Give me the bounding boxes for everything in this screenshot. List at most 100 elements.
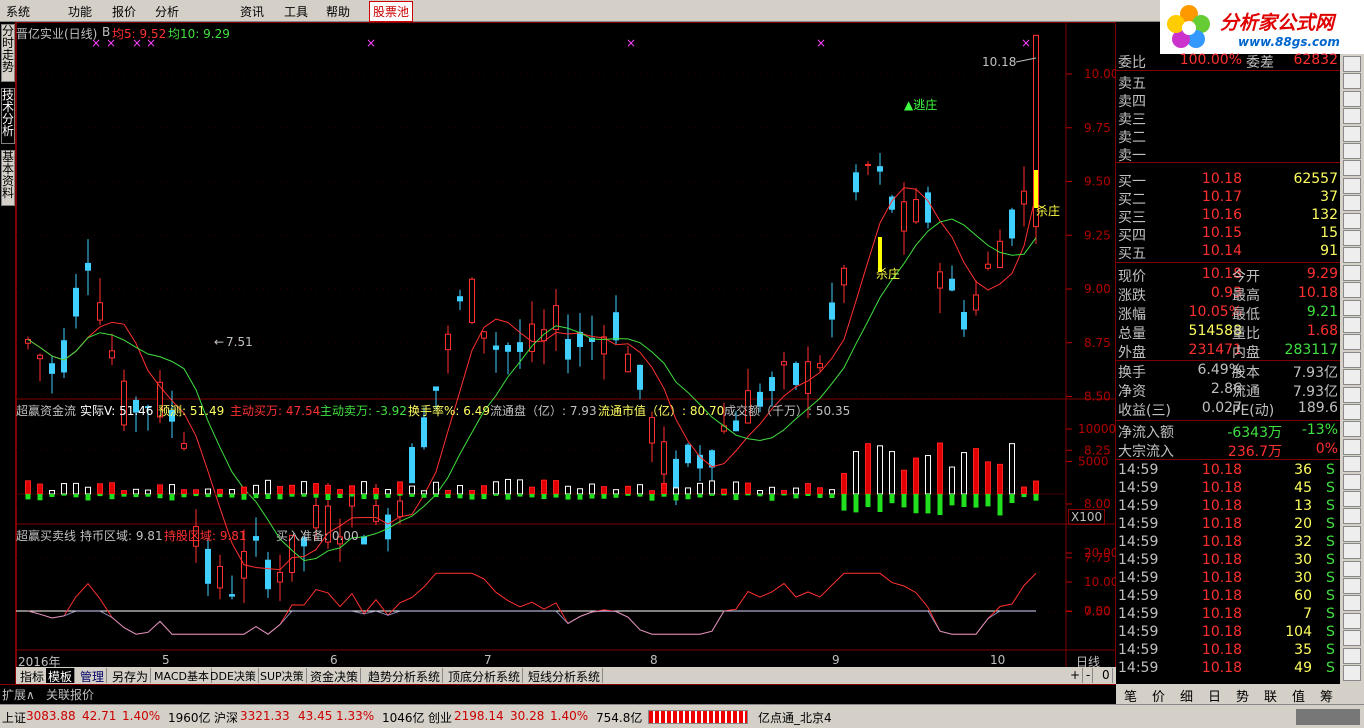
toolbar-button-icon[interactable] (1343, 404, 1361, 420)
toolbar-button-icon[interactable] (1343, 665, 1361, 681)
quote-tab-4[interactable]: 势 (1236, 686, 1249, 705)
toolbar-button-icon[interactable] (1343, 491, 1361, 507)
toolbar-button-icon[interactable] (1343, 177, 1361, 194)
candle-body (469, 278, 475, 323)
toolbar-button-icon[interactable] (1343, 90, 1361, 107)
quote-tab-2[interactable]: 细 (1180, 686, 1193, 705)
fund-sell-bar (721, 494, 727, 496)
buy-level-label: 买二 (1118, 192, 1146, 208)
toolbar-button-icon[interactable] (1343, 647, 1361, 664)
toolbar-button-icon[interactable] (1343, 73, 1361, 90)
toolbar-button-icon[interactable] (1343, 456, 1361, 473)
tab-timeshare[interactable]: 分时走势 (1, 24, 15, 82)
related-quote-button[interactable]: 关联报价 (46, 686, 94, 703)
candle-body (409, 447, 415, 484)
quote-tab-1[interactable]: 价 (1152, 686, 1165, 705)
toolbar-button-icon[interactable] (1343, 143, 1361, 159)
toolbar-button-icon[interactable] (1343, 560, 1361, 577)
menu-news[interactable]: 资讯 (240, 3, 264, 20)
toolbar-button-icon[interactable] (1343, 282, 1361, 299)
toolbar-button-icon[interactable] (1343, 212, 1361, 229)
zoom-out-button[interactable]: - (1084, 668, 1094, 683)
tick-volume: 20 (1294, 516, 1312, 532)
candle-body (877, 166, 883, 172)
toolbar-button-icon[interactable] (1343, 125, 1361, 142)
menu-analysis[interactable]: 分析 (155, 3, 179, 20)
candle-body (397, 500, 403, 518)
toolbar-button-icon[interactable] (1343, 612, 1361, 629)
fund-buy-bar (397, 481, 403, 495)
tab-manage[interactable]: 管理 (78, 668, 108, 684)
tab-trend-system[interactable]: 趋势分析系统 (366, 668, 444, 684)
tab-sup[interactable]: SUP决策 (258, 668, 307, 683)
tab-shortline-system[interactable]: 短线分析系统 (526, 668, 604, 684)
fund-sell-bar (865, 494, 871, 508)
toolbar-button-icon[interactable] (1343, 630, 1361, 647)
zoom-in-button[interactable]: + (1068, 668, 1084, 683)
toolbar-button-icon[interactable] (1343, 369, 1361, 386)
chart-area[interactable]: 10.00 9.75 9.50 9.25 9.00 8.75 8.50 8.25 8.00 7.7… (16, 22, 1116, 684)
quote-tab-7[interactable]: 筹 (1320, 686, 1333, 705)
kline-chart[interactable]: 10.009.759.509.259.008.758.508.258.007.7… (16, 22, 1116, 667)
menu-stock-pool[interactable]: 股票池 (369, 1, 414, 22)
fund-sell-bar (877, 494, 883, 512)
toolbar-button-icon[interactable] (1343, 438, 1361, 455)
buy-ready: 买入准备: 0.00 (276, 529, 359, 543)
toolbar-button-icon[interactable] (1343, 508, 1361, 525)
fund-sell-bar (901, 494, 907, 508)
block-inflow-pct: 0% (1315, 441, 1338, 457)
toolbar-button-icon[interactable] (1343, 525, 1361, 542)
toolbar-button-icon[interactable] (1343, 595, 1361, 612)
tray-icons (1296, 709, 1360, 725)
tab-fundamentals[interactable]: 基本资料 (1, 150, 15, 206)
fund-buy-bar (145, 489, 151, 495)
tab-technical[interactable]: 技术分析 (1, 88, 15, 144)
toolbar-button-icon[interactable] (1343, 108, 1361, 125)
toolbar-button-icon[interactable] (1343, 264, 1361, 281)
menu-help[interactable]: 帮助 (326, 3, 350, 20)
right-bottom-tabs: 笔价细日势联值筹 (1116, 684, 1364, 705)
quote-tab-6[interactable]: 值 (1292, 686, 1305, 705)
tab-saveas[interactable]: 另存为 (110, 668, 152, 684)
toolbar-button-icon[interactable] (1343, 247, 1361, 264)
menu-system[interactable]: 系统 (6, 3, 30, 20)
sh-index-amount: 1960亿 (168, 711, 211, 725)
logo-title: 分析家公式网 (1220, 12, 1335, 34)
tab-indicator[interactable]: 指标 (18, 668, 48, 684)
reset-button[interactable]: 0 (1100, 668, 1113, 683)
quote-tab-0[interactable]: 笔 (1124, 686, 1137, 705)
fund-buy-bar (685, 487, 691, 495)
tab-macd[interactable]: MACD基本 (152, 668, 212, 683)
fund-buy-bar (841, 473, 847, 495)
toolbar-button-icon[interactable] (1343, 160, 1361, 177)
quote-tab-5[interactable]: 联 (1264, 686, 1277, 705)
toolbar-button-icon[interactable] (1343, 230, 1361, 246)
quote-tab-3[interactable]: 日 (1208, 686, 1221, 705)
date-month-5: 5 (162, 653, 170, 667)
toolbar-button-icon[interactable] (1343, 578, 1361, 594)
date-month-10: 10 (990, 653, 1006, 667)
buy-level-price: 10.18 (1201, 171, 1242, 187)
toolbar-button-icon[interactable] (1343, 351, 1361, 368)
fund-buy-bar (265, 479, 271, 495)
toolbar-button-icon[interactable] (1343, 195, 1361, 212)
toolbar-button-icon[interactable] (1343, 334, 1361, 351)
menu-quote[interactable]: 报价 (112, 3, 136, 20)
candle-body (769, 377, 775, 391)
toolbar-button-icon[interactable] (1343, 317, 1361, 333)
tab-topbottom-system[interactable]: 顶底分析系统 (446, 668, 524, 684)
toolbar-button-icon[interactable] (1343, 56, 1361, 72)
menu-function[interactable]: 功能 (68, 3, 92, 20)
fund-sell-bar (925, 494, 931, 514)
toolbar-button-icon[interactable] (1343, 299, 1361, 316)
tab-dde[interactable]: DDE决策 (208, 668, 259, 683)
tab-fund-decision[interactable]: 资金决策 (308, 668, 362, 684)
toolbar-button-icon[interactable] (1343, 386, 1361, 403)
toolbar-button-icon[interactable] (1343, 543, 1361, 560)
candle-body (577, 331, 583, 347)
toolbar-button-icon[interactable] (1343, 421, 1361, 438)
toolbar-button-icon[interactable] (1343, 473, 1361, 490)
tab-template[interactable]: 模板 (46, 668, 76, 684)
expand-button[interactable]: 扩展∧ (2, 686, 35, 703)
menu-tools[interactable]: 工具 (284, 3, 308, 20)
